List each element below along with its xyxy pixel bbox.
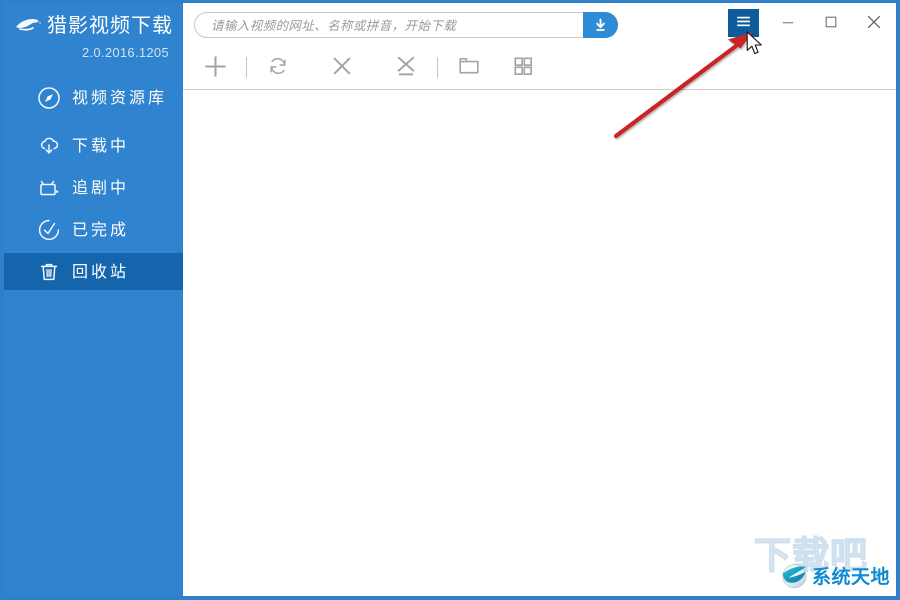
maximize-icon [822,13,840,34]
close-icon [864,12,884,35]
falcon-logo-icon [14,13,44,37]
add-download-button[interactable] [196,49,234,87]
open-folder-button[interactable] [450,49,488,87]
brand: 猎影视频下载 [4,9,183,41]
delete-all-icon [393,53,419,82]
app-window: 猎影视频下载 2.0.2016.1205 视频资源库 下载中 追剧中 已完成 回… [0,0,900,600]
toolbar-separator [246,57,247,78]
search-bar [194,12,618,38]
sidebar-item-label: 下载中 [72,135,130,155]
sidebar-item-following[interactable]: 追剧中 [4,169,183,206]
plus-icon [202,53,229,83]
download-list-area[interactable] [183,90,896,596]
cloud-download-icon [37,134,61,158]
compass-icon [37,86,61,110]
minimize-button[interactable] [771,8,804,38]
window-controls [728,8,890,40]
search-input[interactable] [194,12,618,38]
tv-icon [37,176,61,200]
sidebar-item-label: 回收站 [72,261,130,281]
grid-view-button[interactable] [504,49,542,87]
check-circle-icon [37,218,61,242]
sidebar-item-label: 已完成 [72,219,130,239]
app-version: 2.0.2016.1205 [81,45,169,60]
close-button[interactable] [857,8,890,38]
app-title: 猎影视频下载 [47,13,173,37]
sidebar-item-recycle[interactable]: 回收站 [4,253,183,290]
refresh-icon [266,54,290,81]
titlebar [183,3,896,46]
delete-all-button[interactable] [387,49,425,87]
nav-divider-gap [4,116,183,127]
sidebar-item-label: 视频资源库 [72,87,168,107]
download-button[interactable] [583,12,618,38]
maximize-button[interactable] [814,8,847,38]
sidebar-item-library[interactable]: 视频资源库 [4,79,183,116]
hamburger-menu-button[interactable] [728,9,759,37]
download-icon [592,17,609,34]
sidebar-nav: 视频资源库 下载中 追剧中 已完成 回收站 [4,79,183,290]
hamburger-menu-icon [734,12,753,34]
sidebar: 猎影视频下载 2.0.2016.1205 视频资源库 下载中 追剧中 已完成 回… [4,3,183,596]
toolbar [183,46,896,90]
delete-button[interactable] [323,49,361,87]
refresh-button[interactable] [259,49,297,87]
grid-view-icon [511,54,535,81]
right-panel [183,3,896,596]
folder-icon [456,53,482,82]
trash-icon [37,260,61,284]
sidebar-item-completed[interactable]: 已完成 [4,211,183,248]
minimize-icon [779,13,797,34]
toolbar-separator [437,57,438,78]
close-x-icon [329,53,355,82]
sidebar-item-downloading[interactable]: 下载中 [4,127,183,164]
sidebar-item-label: 追剧中 [72,177,130,197]
